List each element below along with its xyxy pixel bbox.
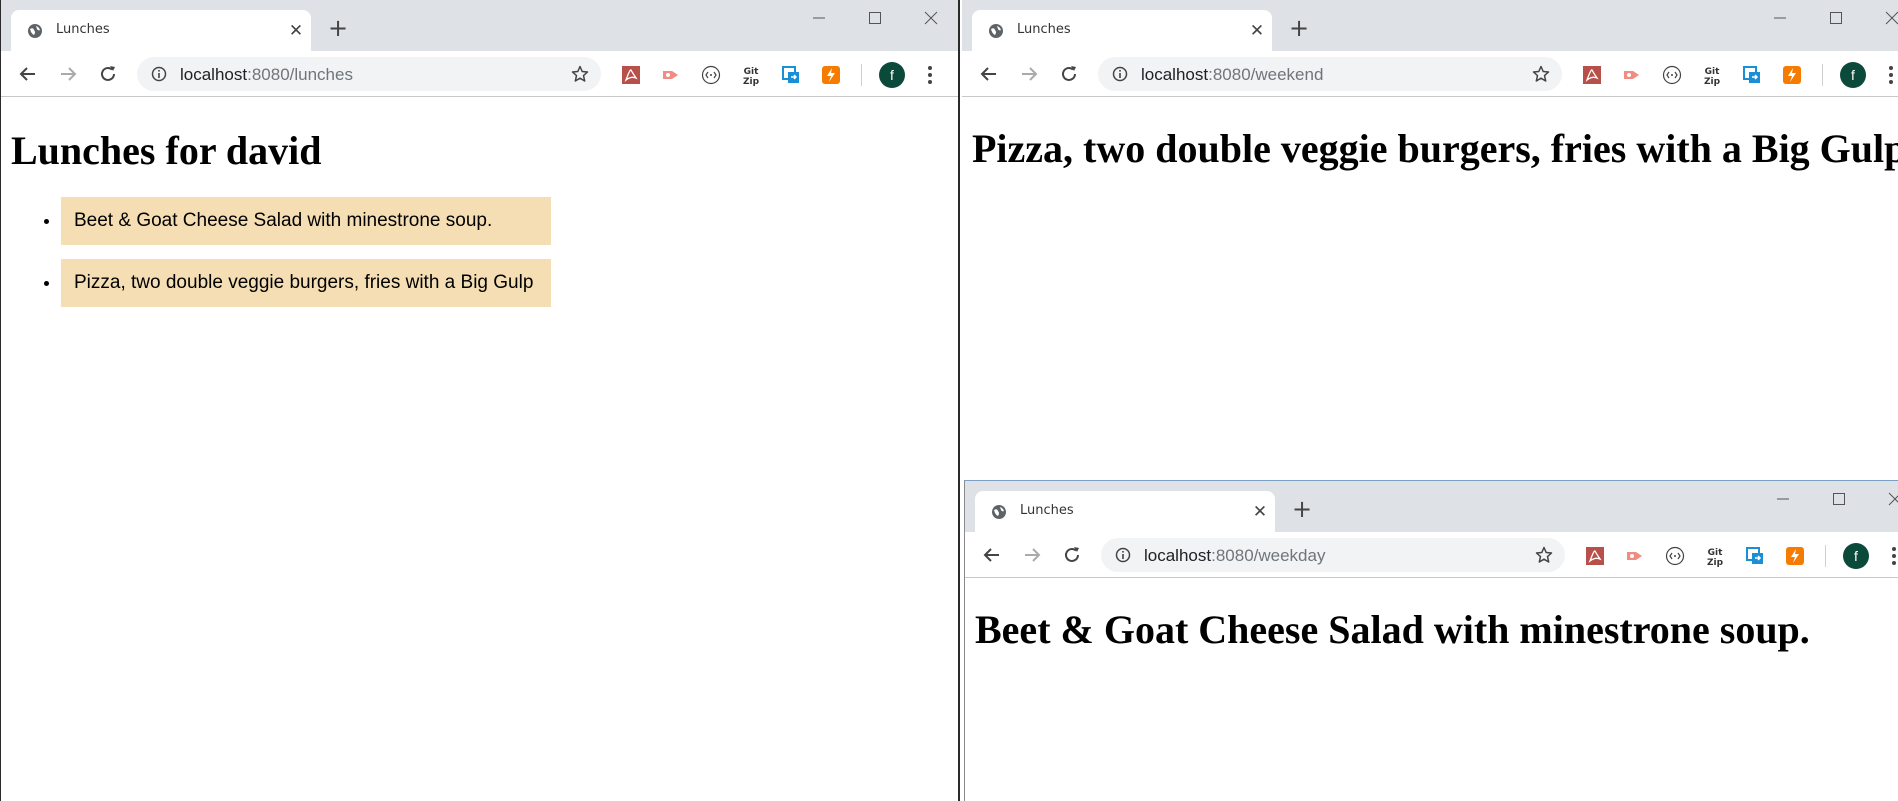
browser-window-weekend: Lunches ✕ + localhost:8080/weekend Git Zi… bbox=[962, 0, 1898, 480]
tab-close-icon[interactable]: ✕ bbox=[1248, 22, 1266, 40]
gitzip-label-top: Git bbox=[1705, 67, 1720, 77]
browser-toolbar: localhost:8080/lunches Git Zip f bbox=[1, 51, 958, 97]
back-arrow-icon[interactable] bbox=[981, 544, 1003, 566]
screenshot-extension-icon[interactable] bbox=[1742, 65, 1762, 85]
list-item: Beet & Goat Cheese Salad with minestrone… bbox=[61, 197, 551, 245]
browser-toolbar: localhost:8080/weekday Git Zip f bbox=[965, 532, 1898, 578]
tab-title: Lunches bbox=[1020, 503, 1074, 518]
page-heading: Lunches for david bbox=[11, 128, 322, 173]
back-arrow-icon[interactable] bbox=[978, 63, 1000, 85]
reload-icon[interactable] bbox=[1058, 63, 1080, 85]
reload-icon[interactable] bbox=[1061, 544, 1083, 566]
tab-title: Lunches bbox=[56, 22, 110, 37]
menu-dots-icon[interactable] bbox=[1889, 545, 1898, 567]
tab-strip: Lunches ✕ + bbox=[962, 0, 1898, 51]
back-arrow-icon[interactable] bbox=[17, 63, 39, 85]
minimize-icon[interactable] bbox=[1773, 489, 1793, 509]
tab-lunches[interactable]: Lunches ✕ bbox=[975, 491, 1275, 532]
profile-avatar[interactable]: f bbox=[1840, 62, 1866, 88]
bookmark-star-icon[interactable] bbox=[571, 65, 589, 83]
tab-close-icon[interactable]: ✕ bbox=[1251, 503, 1269, 521]
new-tab-icon[interactable]: + bbox=[327, 16, 349, 40]
globe-icon bbox=[28, 24, 42, 38]
list-item: Pizza, two double veggie burgers, fries … bbox=[61, 259, 551, 307]
bolt-extension-icon[interactable] bbox=[1782, 65, 1802, 85]
tab-lunches[interactable]: Lunches ✕ bbox=[972, 10, 1272, 51]
tab-close-icon[interactable]: ✕ bbox=[287, 22, 305, 40]
bookmark-star-icon[interactable] bbox=[1535, 546, 1553, 564]
maximize-icon[interactable] bbox=[1829, 489, 1849, 509]
page-content: Pizza, two double veggie burgers, fries … bbox=[962, 97, 1898, 480]
new-tab-icon[interactable]: + bbox=[1288, 16, 1310, 40]
address-bar[interactable]: localhost:8080/weekend bbox=[1098, 57, 1562, 91]
close-window-icon[interactable] bbox=[921, 8, 941, 28]
send-extension-icon[interactable] bbox=[1622, 65, 1642, 85]
profile-avatar[interactable]: f bbox=[1843, 543, 1869, 569]
toolbar-divider bbox=[1822, 64, 1823, 86]
browser-window-weekday: Lunches ✕ + localhost:8080/weekday Git Zi… bbox=[964, 480, 1898, 801]
info-icon[interactable] bbox=[1112, 66, 1128, 82]
screenshot-extension-icon[interactable] bbox=[1745, 546, 1765, 566]
pdf-extension-icon[interactable] bbox=[1582, 65, 1602, 85]
lunch-item: Pizza, two double veggie burgers, fries … bbox=[61, 259, 551, 307]
tab-lunches[interactable]: Lunches ✕ bbox=[11, 10, 311, 51]
bolt-extension-icon[interactable] bbox=[821, 65, 841, 85]
globe-icon bbox=[989, 24, 1003, 38]
bookmark-star-icon[interactable] bbox=[1532, 65, 1550, 83]
gitzip-label-top: Git bbox=[1708, 548, 1723, 558]
gitzip-label-bottom: Zip bbox=[743, 77, 760, 87]
forward-arrow-icon[interactable] bbox=[1021, 544, 1043, 566]
url-text[interactable]: localhost:8080/weekday bbox=[1144, 546, 1325, 566]
toolbar-divider bbox=[1825, 545, 1826, 567]
pdf-extension-icon[interactable] bbox=[1585, 546, 1605, 566]
page-heading: Pizza, two double veggie burgers, fries … bbox=[972, 126, 1898, 171]
gitzip-extension-icon[interactable]: Git Zip bbox=[741, 65, 761, 87]
code-extension-icon[interactable] bbox=[1662, 65, 1682, 85]
lunch-list: Beet & Goat Cheese Salad with minestrone… bbox=[41, 197, 551, 321]
screenshot-extension-icon[interactable] bbox=[781, 65, 801, 85]
reload-icon[interactable] bbox=[97, 63, 119, 85]
gitzip-label-top: Git bbox=[744, 67, 759, 77]
menu-dots-icon[interactable] bbox=[1886, 64, 1896, 86]
maximize-icon[interactable] bbox=[1826, 8, 1846, 28]
menu-dots-icon[interactable] bbox=[925, 64, 935, 86]
browser-toolbar: localhost:8080/weekend Git Zip f bbox=[962, 51, 1898, 97]
send-extension-icon[interactable] bbox=[1625, 546, 1645, 566]
code-extension-icon[interactable] bbox=[701, 65, 721, 85]
code-extension-icon[interactable] bbox=[1665, 546, 1685, 566]
minimize-icon[interactable] bbox=[809, 8, 829, 28]
url-text[interactable]: localhost:8080/lunches bbox=[180, 65, 353, 85]
address-bar[interactable]: localhost:8080/lunches bbox=[137, 57, 601, 91]
gitzip-label-bottom: Zip bbox=[1707, 558, 1724, 568]
gitzip-extension-icon[interactable]: Git Zip bbox=[1705, 546, 1725, 568]
page-content: Beet & Goat Cheese Salad with minestrone… bbox=[965, 578, 1898, 801]
url-text[interactable]: localhost:8080/weekend bbox=[1141, 65, 1323, 85]
gitzip-label-bottom: Zip bbox=[1704, 77, 1721, 87]
pdf-extension-icon[interactable] bbox=[621, 65, 641, 85]
tab-title: Lunches bbox=[1017, 22, 1071, 37]
info-icon[interactable] bbox=[151, 66, 167, 82]
new-tab-icon[interactable]: + bbox=[1291, 497, 1313, 521]
toolbar-divider bbox=[861, 64, 862, 86]
browser-window-lunches: Lunches ✕ + localhost:8080/lunches Git Zi… bbox=[0, 0, 960, 801]
send-extension-icon[interactable] bbox=[661, 65, 681, 85]
close-window-icon[interactable] bbox=[1882, 8, 1898, 28]
profile-avatar[interactable]: f bbox=[879, 62, 905, 88]
tab-strip: Lunches ✕ + bbox=[1, 0, 958, 51]
page-content: Lunches for david Beet & Goat Cheese Sal… bbox=[1, 97, 958, 801]
gitzip-extension-icon[interactable]: Git Zip bbox=[1702, 65, 1722, 87]
globe-icon bbox=[992, 505, 1006, 519]
bolt-extension-icon[interactable] bbox=[1785, 546, 1805, 566]
page-heading: Beet & Goat Cheese Salad with minestrone… bbox=[975, 607, 1810, 652]
lunch-item: Beet & Goat Cheese Salad with minestrone… bbox=[61, 197, 551, 245]
info-icon[interactable] bbox=[1115, 547, 1131, 563]
forward-arrow-icon[interactable] bbox=[1018, 63, 1040, 85]
tab-strip: Lunches ✕ + bbox=[965, 481, 1898, 532]
address-bar[interactable]: localhost:8080/weekday bbox=[1101, 538, 1565, 572]
minimize-icon[interactable] bbox=[1770, 8, 1790, 28]
forward-arrow-icon[interactable] bbox=[57, 63, 79, 85]
maximize-icon[interactable] bbox=[865, 8, 885, 28]
close-window-icon[interactable] bbox=[1885, 489, 1898, 509]
